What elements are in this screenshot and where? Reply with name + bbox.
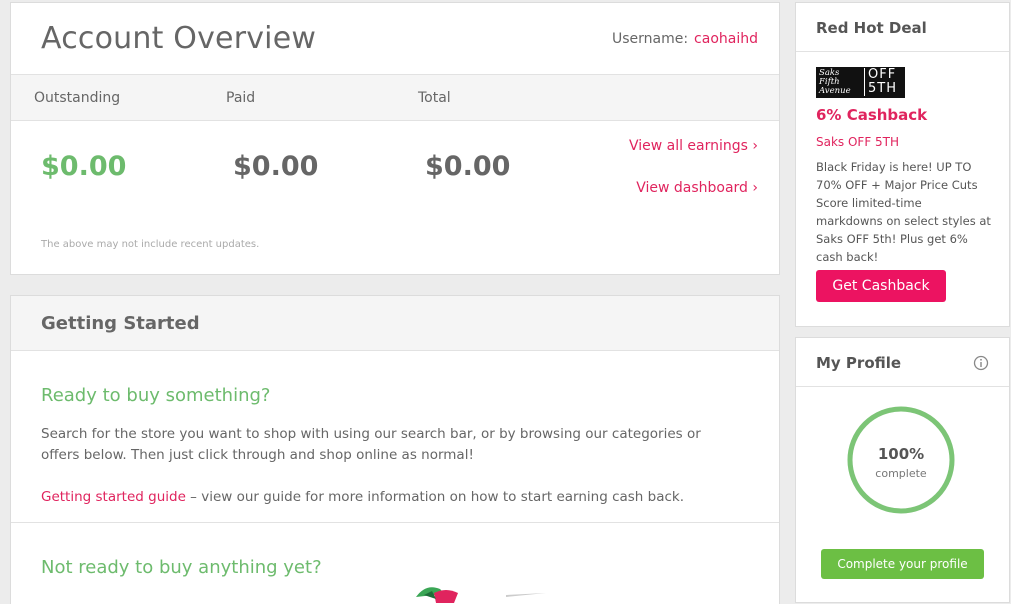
guide-paragraph: Getting started guide – view our guide f… [41,487,741,508]
getting-started-card: Getting Started Ready to buy something? … [10,295,780,604]
info-icon[interactable] [973,355,989,371]
hummingbird-illustration-icon [416,587,546,603]
getting-started-title: Getting Started [41,313,200,334]
username-label: Username: [611,31,689,47]
username-display: Username: caohaihd [612,31,758,47]
ready-text: Search for the store you want to shop wi… [41,426,701,463]
complete-profile-button[interactable]: Complete your profile [821,549,984,579]
account-overview-card: Account Overview Username: caohaihd Outst… [10,2,780,275]
getting-started-guide-link[interactable]: Getting started guide [41,489,186,505]
update-note: The above may not include recent updates… [41,239,260,250]
deal-description: Black Friday is here! UP TO 70% OFF + Ma… [816,160,991,264]
getting-started-header: Getting Started [11,296,779,351]
red-hot-deal-card: Red Hot Deal Saks Fifth Avenue OFF 5TH 6… [795,2,1010,327]
deal-title: Red Hot Deal [816,19,927,37]
my-profile-card: My Profile 100% complete Complete your p… [795,337,1010,603]
profile-title: My Profile [816,354,902,372]
view-all-earnings-link[interactable]: View all earnings › [629,138,758,154]
logo-off5th-text: OFF 5TH [864,68,905,96]
column-paid: Paid [226,90,256,106]
section-divider [11,522,779,523]
ready-heading: Ready to buy something? [41,385,271,406]
deal-header: Red Hot Deal [796,3,1009,52]
username-value: caohaihd [694,31,758,47]
saks-off-5th-logo[interactable]: Saks Fifth Avenue OFF 5TH [816,67,905,98]
total-amount: $0.00 [425,151,511,182]
get-cashback-button[interactable]: Get Cashback [816,270,946,302]
column-total: Total [418,90,451,106]
column-outstanding: Outstanding [34,90,121,106]
cashback-rate: 6% Cashback [816,106,928,124]
not-ready-heading: Not ready to buy anything yet? [41,557,322,578]
deal-store-name[interactable]: Saks OFF 5TH [816,135,899,149]
earnings-column-header: Outstanding Paid Total [11,74,779,121]
page-title: Account Overview [41,21,317,56]
profile-percent: 100% [877,445,925,463]
guide-text: – view our guide for more information on… [185,489,685,505]
profile-complete-label: complete [875,467,927,480]
paid-amount: $0.00 [233,151,319,182]
logo-saks-text: Saks Fifth Avenue [819,68,851,96]
outstanding-amount: $0.00 [41,151,127,182]
view-dashboard-link[interactable]: View dashboard › [636,180,758,196]
